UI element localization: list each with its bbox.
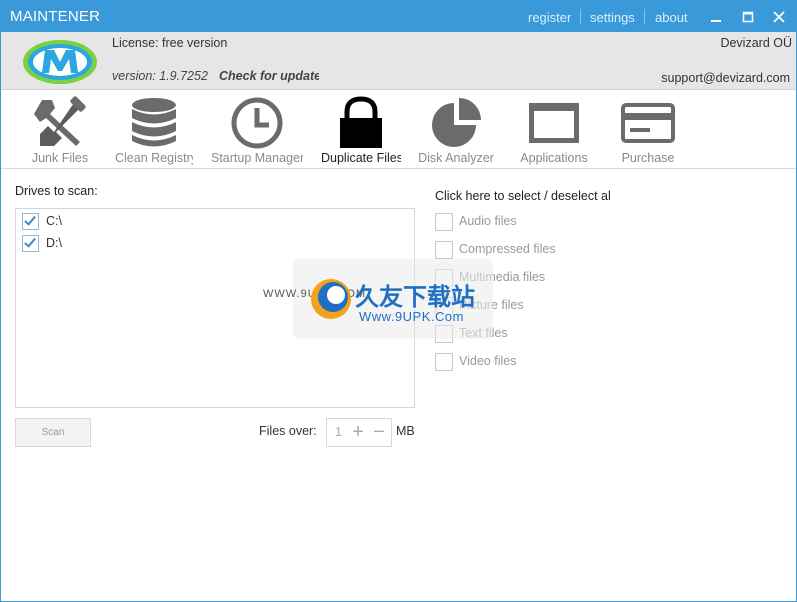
support-email[interactable]: support@devizard.com [661,71,790,85]
tool-label: Purchase [621,151,675,165]
filetype-checkbox[interactable] [435,213,453,231]
app-window: MAINTENER register settings about Licens… [0,0,797,602]
filetype-label: Picture files [459,298,524,312]
filetype-label: Multimedia files [459,270,546,284]
filetype-checkbox[interactable] [435,353,453,371]
drive-checkbox[interactable] [22,213,39,230]
title-separator [644,9,645,24]
maximize-button[interactable] [738,7,758,27]
decrement-button[interactable]: − [370,420,388,444]
title-separator [580,9,581,24]
drive-label: C:\ [46,214,62,228]
tool-startup-manager[interactable]: Startup Manager [211,90,303,168]
tool-clean-registry[interactable]: Clean Registry [115,90,193,168]
version-text: version: 1.9.7252 [112,69,208,83]
filetype-checkbox[interactable] [435,297,453,315]
pie-chart-icon [432,98,481,147]
tool-label: Startup Manager [211,151,303,165]
tool-label: Junk Files [31,151,89,165]
minimize-icon [711,20,721,22]
license-text: License: free version [112,36,228,50]
drive-label: D:\ [46,236,62,250]
minimize-button[interactable] [706,7,726,27]
tool-label: Disk Analyzer [418,151,494,165]
info-bar: License: free version version: 1.9.7252 … [1,32,796,90]
tools-icon [34,96,86,146]
filetype-checkbox[interactable] [435,325,453,343]
tool-duplicate-files[interactable]: Duplicate Files [321,90,401,168]
filetype-checkbox[interactable] [435,269,453,287]
tool-label: Applications [520,151,588,165]
filetype-label: Compressed files [459,242,556,256]
tool-label: Clean Registry [115,151,193,165]
filetype-checkbox[interactable] [435,241,453,259]
maintener-logo [23,40,97,84]
increment-button[interactable]: + [349,420,367,444]
filetype-label: Text files [459,326,508,340]
scan-button[interactable]: Scan [15,418,91,447]
size-stepper[interactable]: 1 + − [326,418,392,447]
filetype-label: Video files [459,354,517,368]
register-link[interactable]: register [528,10,571,25]
drives-list: C:\ D:\ [15,208,415,408]
drives-label: Drives to scan: [15,184,98,198]
tool-applications[interactable]: Applications [513,90,595,168]
size-value[interactable]: 1 [335,425,342,439]
clock-icon [231,97,283,149]
tool-purchase[interactable]: Purchase [613,90,683,168]
files-over-label: Files over: [259,424,317,438]
check-updates-link[interactable]: Check for updates [219,69,319,83]
window-icon [529,103,579,143]
tool-disk-analyzer[interactable]: Disk Analyzer [417,90,495,168]
tool-label: Duplicate Files [321,151,401,165]
database-icon [132,98,176,147]
credit-card-icon [621,103,675,143]
main-toolbar: Junk Files Clean Registry Startup Manage… [1,90,796,169]
close-button[interactable] [769,7,789,27]
close-icon [773,11,785,23]
size-unit: MB [396,424,415,438]
select-all-link[interactable]: Click here to select / deselect all [435,189,611,203]
app-title: MAINTENER [10,8,101,25]
settings-link[interactable]: settings [590,10,635,25]
lock-icon [340,96,382,148]
company-name: Devizard OÜ [720,36,792,50]
filetype-label: Audio files [459,214,517,228]
drive-checkbox[interactable] [22,235,39,252]
tool-junk-files[interactable]: Junk Files [25,90,95,168]
maximize-icon [742,11,754,23]
about-link[interactable]: about [655,10,688,25]
title-bar: MAINTENER register settings about [1,1,796,32]
